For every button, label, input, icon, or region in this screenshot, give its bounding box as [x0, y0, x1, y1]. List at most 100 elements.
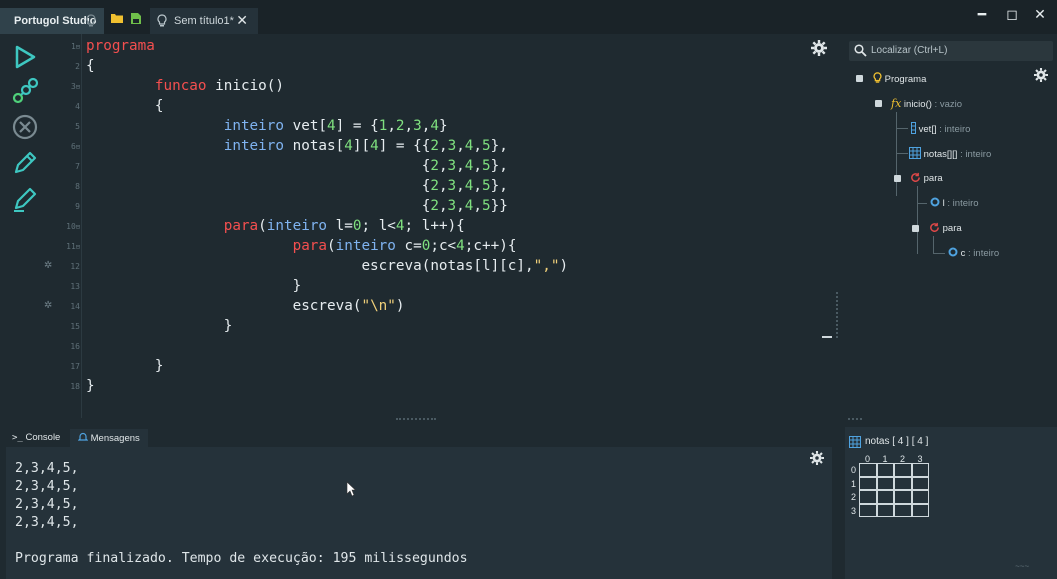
debug-steps-icon[interactable] — [10, 76, 40, 106]
scroll-indicator — [836, 292, 838, 338]
tree-collapse-programa[interactable] — [856, 75, 863, 82]
watermark-logo: ~~~ — [1015, 562, 1030, 571]
line-number: 11⊟ — [66, 242, 80, 251]
minimize-panel-icon[interactable] — [822, 336, 832, 338]
code-area[interactable]: programa{ funcao inicio() { inteiro vet[… — [86, 36, 568, 396]
close-window-button[interactable]: ✕ — [1026, 6, 1054, 28]
editor-settings-gear-icon[interactable] — [811, 40, 827, 56]
matrix-row-index: 1 — [851, 478, 857, 489]
terminal-icon: >_ — [12, 433, 23, 443]
tree-item-para-2[interactable]: para — [929, 222, 962, 234]
function-icon: fx — [891, 97, 902, 110]
edit-pencil-icon[interactable] — [10, 184, 40, 214]
line-number: 5 — [75, 122, 80, 131]
mouse-cursor-icon — [346, 481, 356, 497]
line-number: 2 — [75, 62, 80, 71]
tree-item-programa[interactable]: Programa — [873, 72, 926, 85]
matrix-cell — [859, 476, 877, 490]
line-number: 13 — [70, 282, 80, 291]
panel-splitter[interactable] — [396, 418, 436, 420]
matrix-cell — [859, 490, 877, 504]
console-settings-gear-icon[interactable] — [810, 451, 824, 465]
matrix-title: notas [ 4 ] [ 4 ] — [849, 436, 928, 448]
array-icon — [911, 122, 916, 134]
line-number: 4 — [75, 102, 80, 111]
tab-console[interactable]: >_ Console — [4, 429, 68, 447]
matrix-cell — [876, 476, 894, 490]
tree-item-vet[interactable]: vet[] : inteiro — [911, 122, 970, 135]
line-number: 1⊟ — [70, 42, 80, 51]
document-tab[interactable]: Sem título1* ✕ — [150, 8, 258, 34]
tree-item-c[interactable]: c : inteiro — [948, 247, 999, 259]
app-tab[interactable]: Portugol Studio — [0, 8, 104, 34]
variable-icon — [948, 247, 958, 257]
tree-item-l[interactable]: l : inteiro — [930, 197, 979, 209]
breakpoint-bug-icon[interactable]: ✲ — [44, 260, 52, 271]
open-folder-icon[interactable] — [110, 12, 124, 24]
maximize-button[interactable]: ◻ — [998, 6, 1026, 28]
app-name: Portugol Studio — [14, 15, 97, 27]
tree-collapse-inicio[interactable] — [875, 100, 882, 107]
matrix-icon — [909, 147, 921, 159]
matrix-cell — [911, 476, 929, 490]
title-bar: Portugol Studio Sem título1* ✕ ━ ◻ ✕ — [0, 0, 1057, 34]
bell-icon — [77, 432, 89, 441]
matrix-row-index: 0 — [851, 465, 857, 475]
breakpoint-bug-icon[interactable]: ✲ — [44, 300, 52, 311]
console-output-area[interactable]: 2,3,4,5, 2,3,4,5, 2,3,4,5, 2,3,4,5, Prog… — [6, 447, 832, 579]
line-number: 6⊟ — [70, 142, 80, 151]
left-toolbar — [0, 34, 50, 424]
matrix-row-index: 3 — [851, 505, 857, 516]
matrix-cell — [859, 463, 877, 477]
matrix-row-index: 2 — [851, 492, 857, 502]
tree-settings-gear-icon[interactable] — [1034, 68, 1048, 82]
code-editor[interactable]: 1⊟ 2 3⊟ 4 5 6⊟ 7 8 9 10⊟ 11⊟ 12 ✲ 13 14 ✲ 15 16 17 18 progr… — [44, 34, 840, 418]
close-tab-icon[interactable]: ✕ — [236, 12, 248, 29]
line-number: 18 — [70, 382, 80, 391]
save-file-icon[interactable] — [130, 12, 142, 25]
tree-collapse-para1[interactable] — [894, 175, 901, 182]
console-scrollbar[interactable] — [832, 447, 845, 579]
tree-collapse-para2[interactable] — [912, 225, 919, 232]
run-icon[interactable] — [10, 42, 40, 72]
panel-splitter-right[interactable] — [848, 418, 862, 420]
bottom-tab-bar: >_ Console Mensagens — [0, 427, 840, 447]
tab-mensagens[interactable]: Mensagens — [70, 429, 148, 447]
tree-item-inicio[interactable]: fx inicio() : vazio — [891, 97, 962, 110]
pencil-icon[interactable] — [10, 148, 40, 178]
line-gutter: 1⊟ 2 3⊟ 4 5 6⊟ 7 8 9 10⊟ 11⊟ 12 ✲ 13 14 ✲ 15 16 17 18 — [44, 34, 82, 418]
matrix-grid — [859, 463, 929, 517]
matrix-cell — [876, 463, 894, 477]
matrix-cell — [894, 463, 912, 477]
matrix-cell — [894, 490, 912, 504]
tree-item-notas[interactable]: notas[][] : inteiro — [909, 147, 991, 160]
fold-icon[interactable]: ⊟ — [76, 83, 80, 91]
search-placeholder: Localizar (Ctrl+L) — [871, 45, 948, 56]
fold-icon[interactable]: ⊟ — [76, 43, 80, 51]
fold-icon[interactable]: ⊟ — [76, 243, 80, 251]
search-icon — [854, 44, 867, 57]
stop-icon[interactable] — [10, 112, 40, 142]
line-number: 9 — [75, 202, 80, 211]
matrix-inspector-panel: notas [ 4 ] [ 4 ] 0123 0123 — [845, 427, 1057, 579]
matrix-cell — [911, 490, 929, 504]
line-number: 7 — [75, 162, 80, 171]
matrix-cell — [859, 503, 877, 517]
fold-icon[interactable]: ⊟ — [76, 143, 80, 151]
lightbulb-icon — [873, 72, 882, 83]
line-number: 8 — [75, 182, 80, 191]
matrix-icon — [849, 436, 861, 448]
line-number: 3⊟ — [70, 82, 80, 91]
matrix-cell — [876, 503, 894, 517]
matrix-cell — [894, 476, 912, 490]
loop-icon — [911, 172, 920, 182]
matrix-cell — [894, 503, 912, 517]
fold-icon[interactable]: ⊟ — [76, 223, 80, 231]
line-number: 16 — [70, 342, 80, 351]
minimize-button[interactable]: ━ — [968, 6, 996, 28]
variable-icon — [930, 197, 940, 207]
console-text: 2,3,4,5, 2,3,4,5, 2,3,4,5, 2,3,4,5, Prog… — [15, 461, 468, 566]
matrix-cell — [911, 503, 929, 517]
search-input[interactable]: Localizar (Ctrl+L) — [849, 41, 1053, 61]
tree-item-para-1[interactable]: para — [910, 172, 943, 184]
